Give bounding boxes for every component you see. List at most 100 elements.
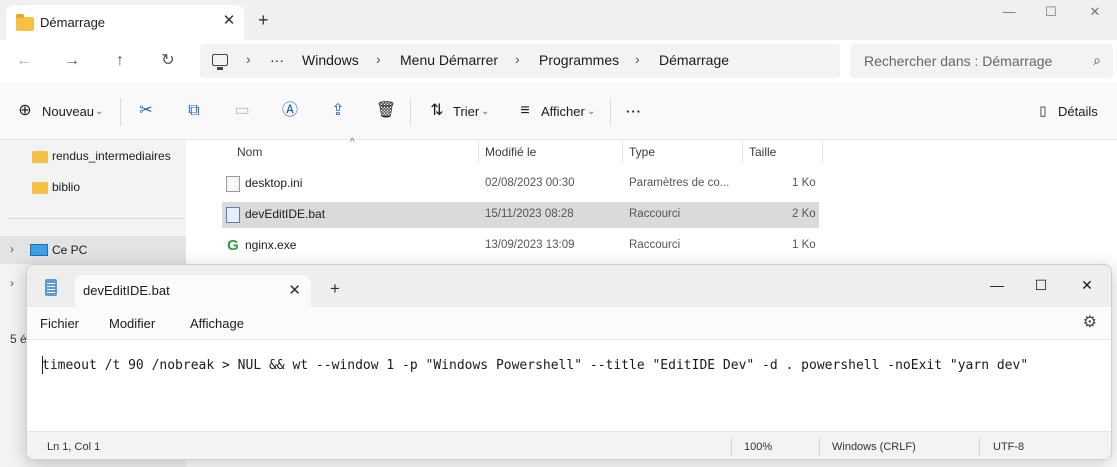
sidebar-item-label: rendus_intermediaires bbox=[52, 149, 171, 163]
view-button[interactable]: Afficher bbox=[541, 102, 585, 122]
close-tab-icon[interactable]: ✕ bbox=[220, 12, 238, 30]
forward-button[interactable]: → bbox=[60, 50, 84, 72]
minimize-button[interactable]: — bbox=[977, 271, 1017, 299]
explorer-tab-title: Démarrage bbox=[40, 15, 106, 30]
menu-view[interactable]: Affichage bbox=[190, 316, 244, 331]
notepad-tab-title: devEditIDE.bat bbox=[83, 283, 170, 298]
details-pane-icon: ▯ bbox=[1039, 103, 1047, 118]
chevron-right-icon: › bbox=[635, 51, 640, 67]
computer-icon bbox=[30, 244, 48, 256]
table-row[interactable]: devEditIDE.bat 15/11/2023 08:28 Raccourc… bbox=[222, 202, 819, 228]
new-tab-button[interactable]: + bbox=[258, 10, 269, 31]
file-type: Raccourci bbox=[629, 208, 681, 220]
search-input[interactable]: Rechercher dans : Démarrage ⌕ bbox=[850, 44, 1113, 78]
file-type: Raccourci bbox=[629, 239, 681, 251]
cursor-position: Ln 1, Col 1 bbox=[47, 441, 101, 453]
explorer-navigation-bar: ← → ↑ ↻ › ··· Windows › Menu Démarrer › … bbox=[0, 40, 1117, 82]
minimize-button[interactable]: — bbox=[986, 0, 1032, 28]
column-divider[interactable] bbox=[822, 140, 823, 164]
divider bbox=[979, 438, 980, 456]
notepad-tab[interactable]: devEditIDE.bat ✕ bbox=[75, 275, 311, 307]
menu-file[interactable]: Fichier bbox=[40, 316, 79, 331]
column-header-size[interactable]: Taille bbox=[749, 145, 776, 159]
chevron-down-icon: ⌄ bbox=[95, 106, 104, 117]
column-header-modified[interactable]: Modifié le bbox=[485, 145, 536, 159]
computer-icon bbox=[212, 54, 228, 70]
sort-ascending-icon: ^ bbox=[350, 137, 355, 148]
back-button[interactable]: ← bbox=[12, 50, 36, 72]
column-divider[interactable] bbox=[478, 140, 479, 164]
editor-content: timeout /t 90 /nobreak > NUL && wt --win… bbox=[42, 358, 1029, 373]
breadcrumb-demarrage[interactable]: Démarrage bbox=[659, 52, 729, 68]
search-icon: ⌕ bbox=[1093, 52, 1101, 68]
table-row[interactable]: G nginx.exe 13/09/2023 13:09 Raccourci 1… bbox=[222, 233, 819, 259]
notepad-tab-bar: devEditIDE.bat ✕ + — ☐ ✕ bbox=[27, 265, 1111, 307]
breadcrumb-windows[interactable]: Windows bbox=[302, 52, 359, 68]
more-options-button[interactable]: ··· bbox=[626, 102, 642, 122]
column-header-type[interactable]: Type bbox=[629, 145, 655, 159]
table-row[interactable]: desktop.ini 02/08/2023 00:30 Paramètres … bbox=[222, 171, 819, 197]
maximize-button[interactable]: ☐ bbox=[1028, 0, 1074, 28]
file-size: 2 Ko bbox=[792, 208, 816, 220]
close-window-button[interactable]: ✕ bbox=[1067, 271, 1107, 299]
up-button[interactable]: ↑ bbox=[108, 50, 132, 72]
chevron-right-icon[interactable]: › bbox=[10, 242, 14, 256]
notepad-icon bbox=[45, 279, 57, 296]
item-count: 5 é bbox=[10, 332, 27, 346]
sidebar-item-label: biblio bbox=[52, 180, 81, 194]
address-bar[interactable]: › ··· Windows › Menu Démarrer › Programm… bbox=[200, 44, 840, 78]
encoding: UTF-8 bbox=[993, 441, 1025, 453]
rename-icon[interactable]: Ⓐ bbox=[279, 100, 301, 122]
paste-icon[interactable]: ▭ bbox=[231, 100, 253, 122]
text-editor[interactable]: timeout /t 90 /nobreak > NUL && wt --win… bbox=[27, 339, 1111, 431]
view-icon: ≡ bbox=[520, 102, 530, 119]
line-ending: Windows (CRLF) bbox=[832, 441, 916, 453]
column-header-name[interactable]: Nom bbox=[237, 145, 262, 159]
chevron-down-icon: ⌄ bbox=[587, 106, 596, 117]
gear-icon[interactable]: ⚙ bbox=[1083, 312, 1097, 332]
settings-file-icon bbox=[226, 176, 240, 192]
chevron-right-icon: › bbox=[246, 51, 251, 67]
sidebar-item-biblio[interactable]: biblio bbox=[0, 173, 186, 201]
close-tab-icon[interactable]: ✕ bbox=[288, 281, 301, 299]
menu-bar: Fichier Modifier Affichage ⚙ bbox=[27, 307, 1111, 339]
menu-edit[interactable]: Modifier bbox=[109, 316, 155, 331]
nginx-icon: G bbox=[227, 237, 239, 254]
sort-button[interactable]: Trier bbox=[453, 102, 479, 122]
search-placeholder: Rechercher dans : Démarrage bbox=[864, 53, 1053, 69]
sidebar-item-rendus[interactable]: rendus_intermediaires bbox=[0, 142, 186, 170]
details-button[interactable]: Détails bbox=[1058, 102, 1098, 122]
file-modified: 15/11/2023 08:28 bbox=[485, 208, 574, 220]
divider bbox=[120, 98, 121, 126]
share-icon[interactable]: ⇪ bbox=[327, 100, 349, 122]
column-divider[interactable] bbox=[622, 140, 623, 164]
maximize-button[interactable]: ☐ bbox=[1021, 271, 1061, 299]
breadcrumb-menu-demarrer[interactable]: Menu Démarrer bbox=[400, 52, 498, 68]
chevron-right-icon[interactable]: › bbox=[10, 276, 14, 290]
file-name: nginx.exe bbox=[245, 238, 297, 252]
folder-icon bbox=[32, 182, 48, 194]
shortcut-file-icon bbox=[226, 207, 240, 223]
copy-icon[interactable]: ⧉ bbox=[183, 100, 205, 122]
divider bbox=[410, 98, 411, 126]
explorer-tab[interactable]: Démarrage ✕ bbox=[6, 5, 244, 40]
sidebar-item-label: Ce PC bbox=[52, 243, 88, 257]
file-modified: 13/09/2023 13:09 bbox=[485, 239, 575, 251]
divider bbox=[8, 218, 184, 219]
refresh-button[interactable]: ↻ bbox=[156, 50, 180, 72]
new-button[interactable]: Nouveau bbox=[42, 102, 94, 122]
close-window-button[interactable]: ✕ bbox=[1072, 0, 1117, 28]
column-divider[interactable] bbox=[742, 140, 743, 164]
explorer-tab-bar: Démarrage ✕ + — ☐ ✕ bbox=[0, 0, 1117, 40]
cut-icon[interactable]: ✂ bbox=[135, 100, 157, 122]
sidebar-item-this-pc[interactable]: › Ce PC bbox=[0, 236, 186, 264]
divider bbox=[731, 438, 732, 456]
breadcrumb-more[interactable]: ··· bbox=[270, 52, 284, 68]
divider bbox=[610, 98, 611, 126]
chevron-down-icon: ⌄ bbox=[481, 106, 490, 117]
breadcrumb-programmes[interactable]: Programmes bbox=[539, 52, 619, 68]
sort-icon: ⇅ bbox=[430, 102, 444, 119]
delete-icon[interactable]: 🗑 bbox=[375, 100, 397, 122]
file-type: Paramètres de co... bbox=[629, 177, 730, 189]
new-tab-button[interactable]: + bbox=[330, 279, 340, 299]
